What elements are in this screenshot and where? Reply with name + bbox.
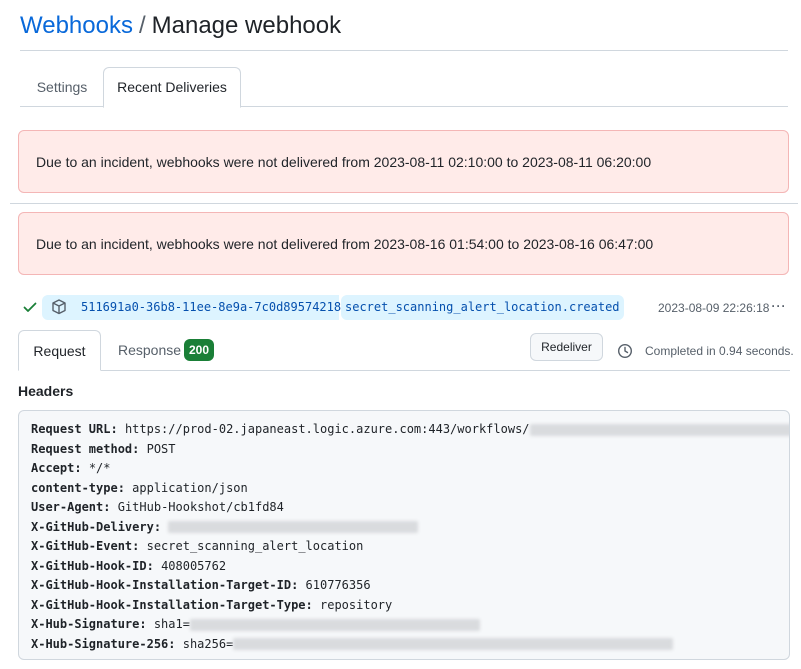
status-badge: 200 — [184, 339, 214, 361]
package-icon — [52, 299, 66, 315]
header-key: X-Hub-Signature-256: — [31, 636, 176, 651]
header-key: X-GitHub-Hook-Installation-Target-ID: — [31, 578, 299, 592]
delivery-timestamp: 2023-08-09 22:26:18 — [658, 301, 770, 315]
header-key: X-GitHub-Event: — [31, 539, 140, 553]
title-divider — [20, 50, 788, 51]
header-value: secret_scanning_alert_location — [146, 539, 364, 553]
breadcrumb-separator: / — [138, 12, 146, 39]
breadcrumb-current: Manage webhook — [151, 12, 342, 39]
header-key: X-Hub-Signature: — [31, 617, 147, 631]
completion-time: Completed in 0.94 seconds. — [645, 344, 794, 358]
header-line: X-GitHub-Hook-Installation-Target-ID: 61… — [31, 577, 371, 593]
header-line: X-Hub-Signature: sha1= — [31, 616, 480, 632]
headers-heading: Headers — [18, 383, 74, 399]
header-line: X-Hub-Signature-256: sha256= — [31, 636, 674, 652]
more-options-icon[interactable]: ··· — [767, 300, 791, 315]
tab-response[interactable]: Response — [118, 330, 181, 371]
breadcrumb-webhooks-link[interactable]: Webhooks — [20, 12, 133, 39]
header-key: Accept: — [31, 461, 82, 475]
header-value: sha256= — [182, 636, 234, 651]
tab-recent-deliveries[interactable]: Recent Deliveries — [103, 67, 241, 108]
redacted-value — [189, 618, 480, 631]
header-value: POST — [146, 441, 176, 456]
header-key: X-GitHub-Delivery: — [31, 519, 162, 534]
header-line: Request method: POST — [31, 441, 176, 457]
redacted-value — [168, 521, 419, 533]
redeliver-button[interactable]: Redeliver — [530, 333, 603, 361]
header-key: content-type: — [31, 480, 125, 495]
header-line: X-GitHub-Hook-ID: 408005762 — [31, 558, 226, 574]
header-line: X-GitHub-Hook-Installation-Target-Type: … — [31, 597, 392, 613]
header-key: X-GitHub-Hook-Installation-Target-Type: — [31, 597, 313, 612]
header-line: Accept: */* — [31, 460, 111, 476]
delivery-guid[interactable]: 511691a0-36b8-11ee-8e9a-7c0d89574218 — [81, 295, 341, 320]
header-line: X-GitHub-Delivery: — [31, 519, 419, 535]
header-line: Request URL: https://prod-02.japaneast.l… — [31, 421, 789, 437]
header-value: 610776356 — [305, 578, 371, 592]
clock-icon — [617, 343, 633, 359]
page-title: Webhooks / Manage webhook — [20, 10, 341, 42]
header-key: X-GitHub-Hook-ID: — [31, 558, 154, 573]
header-value: repository — [320, 597, 393, 612]
header-value: 408005762 — [161, 558, 227, 573]
header-key: Request method: — [31, 441, 140, 456]
headers-code-block: Request URL: https://prod-02.japaneast.l… — [18, 410, 790, 660]
header-line: User-Agent: GitHub-Hookshot/cb1fd84 — [31, 499, 284, 515]
header-line: X-GitHub-Event: secret_scanning_alert_lo… — [31, 538, 363, 554]
header-value: https://prod-02.japaneast.logic.azure.co… — [124, 422, 530, 436]
header-value: application/json — [132, 480, 248, 495]
header-value: sha1= — [153, 617, 190, 631]
incident-alert: Due to an incident, webhooks were not de… — [18, 212, 789, 275]
redacted-value — [529, 423, 789, 436]
incident-alert: Due to an incident, webhooks were not de… — [18, 130, 789, 193]
header-line: content-type: application/json — [31, 480, 248, 496]
delivery-event: secret_scanning_alert_location.created — [341, 295, 624, 320]
tab-settings[interactable]: Settings — [20, 68, 104, 106]
alert-divider — [10, 203, 798, 204]
header-key: User-Agent: — [31, 500, 111, 514]
tab-request[interactable]: Request — [18, 330, 101, 371]
header-key: Request URL: — [31, 422, 118, 436]
header-value: */* — [88, 461, 111, 475]
check-icon — [23, 302, 37, 312]
header-value: GitHub-Hookshot/cb1fd84 — [117, 500, 284, 514]
redacted-value — [233, 638, 674, 650]
